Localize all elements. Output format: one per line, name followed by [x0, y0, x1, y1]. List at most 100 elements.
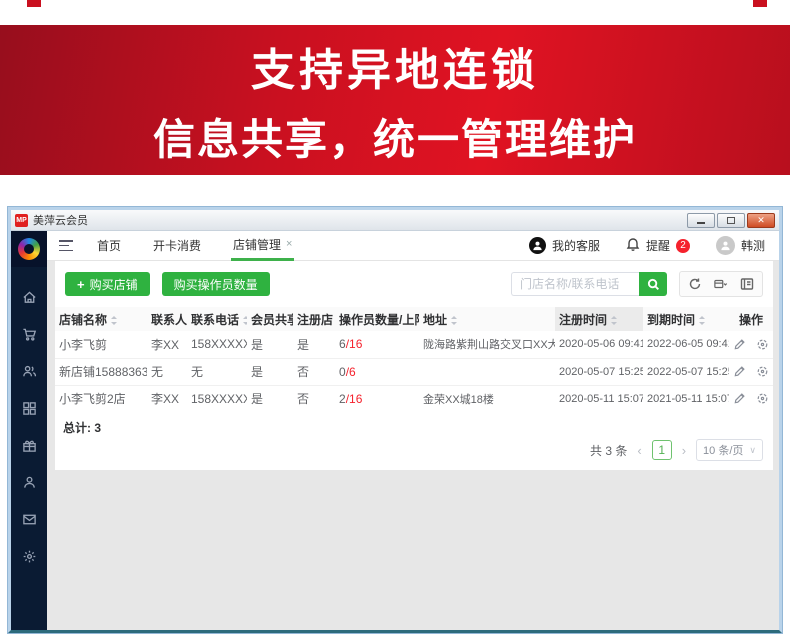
next-page-button[interactable] [680, 443, 688, 458]
navbar-right: 我的客服 提醒 2 韩测 [529, 236, 765, 255]
refresh-button[interactable] [688, 277, 702, 291]
col-actions: 操作 [729, 307, 773, 331]
table-row[interactable]: 小李飞剪2店 李XX 158XXXXXXXXX 是 否 216 金荣XX城18楼… [55, 385, 773, 412]
density-button[interactable] [714, 277, 728, 291]
edit-icon[interactable] [733, 392, 746, 405]
cell-contact: 无 [147, 358, 187, 385]
app-titlebar-icon: MP [15, 214, 28, 227]
cell-contact: 李XX [147, 331, 187, 358]
notice-badge: 2 [676, 239, 690, 253]
nav-tabs: 首页 开卡消费 店铺管理 [95, 231, 294, 261]
col-store-name[interactable]: 店铺名称 [55, 307, 147, 331]
sidebar-item-mail[interactable] [21, 511, 37, 527]
col-registered-label: 注册店 [297, 313, 333, 327]
sidebar-icons [21, 289, 37, 564]
sidebar-item-cart[interactable] [21, 326, 37, 342]
col-expire-time[interactable]: 到期时间 [643, 307, 729, 331]
maximize-button[interactable] [717, 213, 745, 228]
renew-icon[interactable] [756, 365, 769, 378]
col-address[interactable]: 地址 [419, 307, 555, 331]
column-settings-icon [740, 277, 754, 291]
sidebar-item-settings[interactable] [21, 548, 37, 564]
sidebar-item-apps[interactable] [21, 400, 37, 416]
search-button[interactable] [639, 272, 667, 296]
bell-icon [626, 237, 640, 255]
search-input[interactable] [511, 272, 639, 296]
tab-home-label: 首页 [97, 237, 121, 254]
col-phone[interactable]: 联系电话 [187, 307, 247, 331]
banner-line-1: 支持异地连锁 [251, 34, 539, 98]
edit-icon[interactable] [733, 338, 746, 351]
tab-store-manage-label: 店铺管理 [233, 236, 281, 253]
cell-phone: 无 [187, 358, 247, 385]
sidebar-item-members[interactable] [21, 363, 37, 379]
table-row[interactable]: 小李飞剪 李XX 158XXXXXXXXX 是 是 616 陇海路紫荆山路交叉口… [55, 331, 773, 358]
customer-service[interactable]: 我的客服 [529, 237, 600, 254]
cell-actions [729, 385, 773, 412]
sidebar-item-user[interactable] [21, 474, 37, 490]
cell-phone: 158XXXXXXXXX [187, 385, 247, 412]
sort-icon[interactable] [450, 316, 457, 325]
sort-icon[interactable] [242, 316, 247, 325]
cell-operators: 216 [335, 385, 419, 412]
app-logo[interactable] [11, 231, 47, 267]
notice-item[interactable]: 提醒 2 [626, 237, 690, 255]
user-profile[interactable]: 韩测 [716, 236, 765, 255]
tab-close-icon[interactable] [286, 238, 292, 250]
renew-icon[interactable] [756, 338, 769, 351]
sort-icon[interactable] [610, 316, 617, 325]
operator-used: 2 [339, 392, 346, 406]
sidebar-item-home[interactable] [21, 289, 37, 305]
tab-home[interactable]: 首页 [95, 231, 123, 261]
cell-expire-time: 2021-05-11 15:07 [643, 385, 729, 412]
column-settings-button[interactable] [740, 277, 754, 291]
minimize-button[interactable] [687, 213, 715, 228]
table-row[interactable]: 新店铺15888363503781 无 无 是 否 06 2020-05-07 … [55, 358, 773, 385]
home-icon [22, 290, 37, 305]
tab-card-consume[interactable]: 开卡消费 [151, 231, 203, 261]
cell-register-time: 2020-05-07 15:25 [555, 358, 643, 385]
toolbar-right [511, 271, 763, 297]
cell-registered: 否 [293, 385, 335, 412]
buy-store-button[interactable]: 购买店铺 [65, 272, 150, 296]
pagination-total: 共 3 条 [590, 442, 627, 459]
col-expire-time-label: 到期时间 [647, 313, 695, 327]
buy-operator-button[interactable]: 购买操作员数量 [162, 272, 270, 296]
collapse-menu-icon[interactable] [59, 240, 73, 251]
col-registered[interactable]: 注册店 [293, 307, 335, 331]
logo-ring-icon [18, 238, 40, 260]
col-phone-label: 联系电话 [191, 313, 239, 327]
pagination: 共 3 条 1 10 条/页 [55, 436, 773, 470]
col-register-time[interactable]: 注册时间 [555, 307, 643, 331]
prev-page-button[interactable] [635, 443, 643, 458]
customer-service-label: 我的客服 [552, 237, 600, 254]
cell-contact: 李XX [147, 385, 187, 412]
close-button[interactable]: ✕ [747, 213, 775, 228]
promo-banner: 支持异地连锁 信息共享，统一管理维护 [0, 25, 790, 175]
tab-store-manage[interactable]: 店铺管理 [231, 231, 294, 261]
col-contact[interactable]: 联系人 [147, 307, 187, 331]
app-body: 首页 开卡消费 店铺管理 我的客服 [11, 231, 779, 630]
col-member-share[interactable]: 会员共享 [247, 307, 293, 331]
cell-actions [729, 358, 773, 385]
page-size-select[interactable]: 10 条/页 [696, 439, 763, 461]
cell-phone: 158XXXXXXXXX [187, 331, 247, 358]
username: 韩测 [741, 237, 765, 254]
cell-store-name: 新店铺15888363503781 [55, 358, 147, 385]
page-number-button[interactable]: 1 [652, 440, 672, 460]
col-contact-label: 联系人 [151, 313, 187, 327]
operator-used: 6 [339, 337, 346, 351]
search-icon [647, 278, 660, 291]
sort-icon[interactable] [110, 316, 117, 325]
mail-icon [22, 512, 37, 527]
sidebar-item-gift[interactable] [21, 437, 37, 453]
col-operators[interactable]: 操作员数量/上限 [335, 307, 419, 331]
app-window: MP 美萍云会员 ✕ [8, 207, 782, 633]
edit-icon[interactable] [733, 365, 746, 378]
renew-icon[interactable] [756, 392, 769, 405]
sidebar [11, 231, 47, 630]
search-box [511, 272, 667, 296]
table-header: 店铺名称 联系人 联系电话 会员共享 注册店 操作员数量/上限 地址 注册时间 … [55, 307, 773, 331]
banner-line-2: 信息共享，统一管理维护 [153, 106, 637, 167]
sort-icon[interactable] [698, 316, 705, 325]
